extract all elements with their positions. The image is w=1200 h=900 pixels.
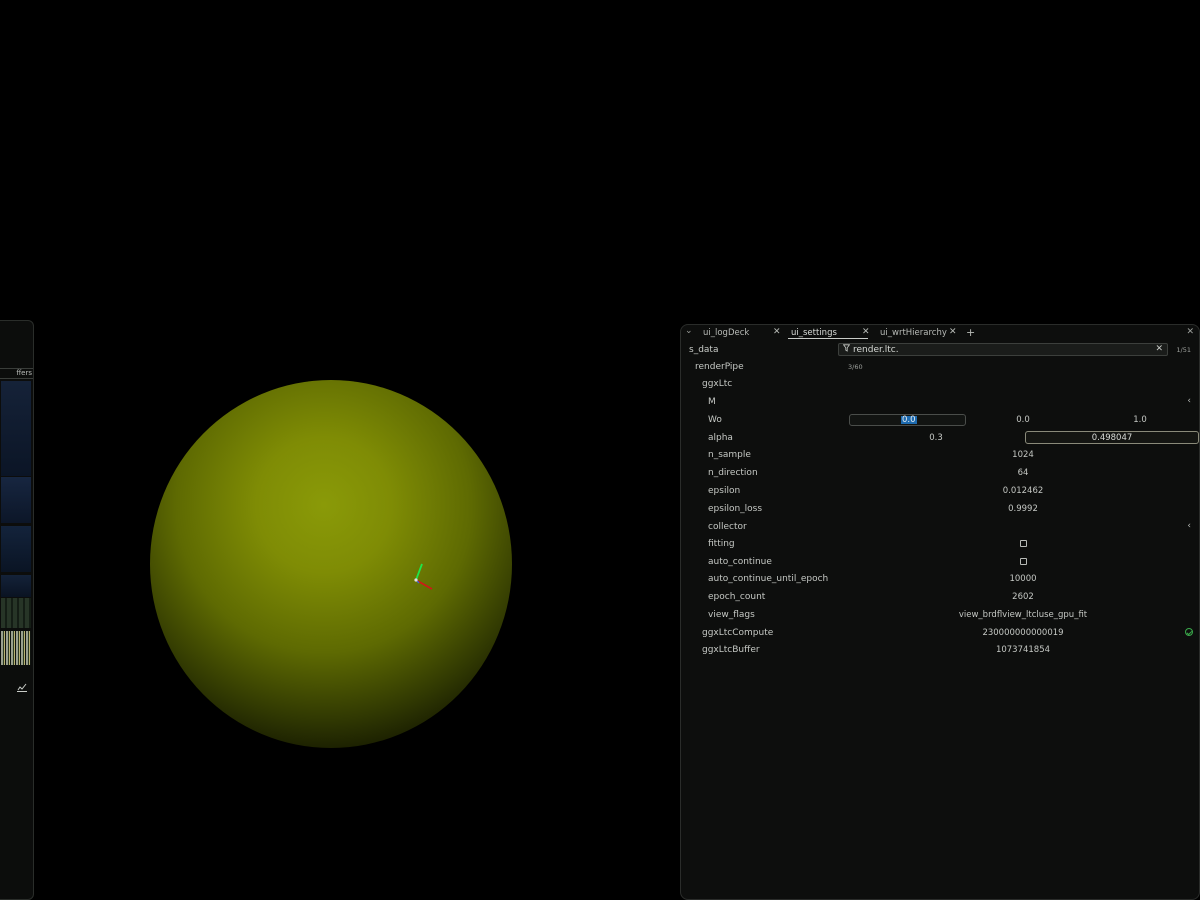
buffers-tab[interactable]: ffers [0,368,33,379]
viewport-sphere[interactable] [150,380,512,748]
buffer-thumbnail[interactable] [1,575,31,597]
close-panel-icon[interactable]: ✕ [1186,327,1194,337]
wo-z-value[interactable]: 1.0 [1120,415,1160,425]
check-circle-icon [1185,628,1193,636]
tree-row-epsilon-loss: epsilon_loss 0.9992 [681,501,1199,518]
add-tab-icon[interactable]: + [966,326,975,339]
epoch-count-value[interactable]: 2602 [993,592,1053,602]
field-label: epsilon_loss [708,504,763,514]
tab-bar: ⌄ ui_logDeck ✕ ui_settings ✕ ui_wrtHiera… [681,325,1199,341]
active-tab-indicator [788,338,868,339]
filter-icon [842,344,851,354]
chevron-left-icon[interactable]: ‹ [1187,521,1191,531]
wo-x-input[interactable]: 0.0 [849,414,966,426]
field-label: n_sample [708,450,751,460]
epsilon-loss-value[interactable]: 0.9992 [988,504,1058,514]
ggxltccompute-value: 230000000000019 [982,628,1064,638]
buffer-thumbnail[interactable] [1,381,31,476]
field-label: alpha [708,433,733,443]
tree-row-ggxltccompute[interactable]: ggxLtcCompute 230000000000019 [681,625,1199,642]
close-icon[interactable]: ✕ [862,327,870,337]
view-flags-value[interactable]: view_brdfl​view_ltcluse_gpu_fit [933,610,1113,620]
tree-row-n-sample: n_sample 1024 [681,447,1199,464]
wo-y-value[interactable]: 0.0 [1003,415,1043,425]
tree-node-label: renderPipe [695,362,744,372]
field-label: epoch_count [708,592,766,602]
tree-node-label: ggxLtcCompute [702,628,774,638]
filter-match-count: 1/51 [1176,346,1191,354]
tree-row-auto-continue: auto_continue [681,554,1199,571]
selected-text: 0.0 [901,415,917,425]
alpha-min-value[interactable]: 0.3 [916,433,956,443]
field-label: auto_continue_until_epoch [708,574,829,584]
filter-box[interactable]: ✕ [838,343,1168,356]
filter-input[interactable] [853,344,1143,355]
tree-node-label: M [708,397,716,407]
alpha-value-input[interactable]: 0.498047 [1025,431,1199,444]
ggxltcbuffer-value: 1073741854 [995,645,1051,655]
clear-filter-icon[interactable]: ✕ [1155,344,1163,354]
epsilon-value[interactable]: 0.012462 [988,486,1058,496]
n-direction-value[interactable]: 64 [993,468,1053,478]
tree-row-ggxltc[interactable]: ggxLtc [681,376,1199,393]
tree-row-alpha: alpha 0.3 0.498047 [681,430,1199,447]
close-icon[interactable]: ✕ [773,327,781,337]
n-sample-value[interactable]: 1024 [993,450,1053,460]
buffer-grid-preview [1,598,31,628]
alpha-value-text: 0.498047 [1091,433,1133,443]
tree-row-epoch-count: epoch_count 2602 [681,589,1199,606]
left-side-panel: ffers [0,320,34,900]
chevron-left-icon[interactable]: ‹ [1187,396,1191,406]
tab-ui-wrthierarchy[interactable]: ui_wrtHierarchy [880,328,947,338]
transform-gizmo[interactable] [405,560,441,596]
field-label: fitting [708,539,735,549]
field-label: Wo [708,415,722,425]
tree-row-auto-continue-until-epoch: auto_continue_until_epoch 10000 [681,571,1199,588]
field-label: auto_continue [708,557,772,567]
tab-ui-settings[interactable]: ui_settings [791,328,837,338]
tree-row-collector[interactable]: collector ‹ [681,519,1199,536]
auto-continue-until-epoch-value[interactable]: 10000 [993,574,1053,584]
bar-preview [1,631,31,665]
tree-row-renderpipe[interactable]: renderPipe 3/60 [681,359,1199,376]
tree-row-n-direction: n_direction 64 [681,465,1199,482]
chevron-down-icon[interactable]: ⌄ [685,326,693,336]
filter-row: s_data ✕ 1/51 [681,342,1199,358]
auto-continue-checkbox[interactable] [1020,558,1027,565]
child-count: 3/60 [848,363,863,371]
field-label: n_direction [708,468,758,478]
tree-row-wo: Wo 0.0 0.0 1.0 [681,412,1199,429]
fitting-checkbox[interactable] [1020,540,1027,547]
tree-row-view-flags: view_flags view_brdfl​view_ltcluse_gpu_f… [681,607,1199,624]
root-node-label: s_data [689,345,719,355]
settings-panel: ⌄ ui_logDeck ✕ ui_settings ✕ ui_wrtHiera… [680,324,1200,900]
tree-node-label: ggxLtc [702,379,733,389]
tree-node-label: ggxLtcBuffer [702,645,760,655]
tree-node-label: collector [708,522,747,532]
buffer-thumbnail[interactable] [1,526,31,572]
chart-icon[interactable] [17,683,27,695]
tree-row-fitting: fitting [681,536,1199,553]
tab-ui-logdeck[interactable]: ui_logDeck [703,328,749,338]
field-label: epsilon [708,486,741,496]
tree-row-ggxltcbuffer[interactable]: ggxLtcBuffer 1073741854 [681,642,1199,659]
tree-row-m[interactable]: M ‹ [681,394,1199,411]
field-label: view_flags [708,610,755,620]
close-icon[interactable]: ✕ [949,327,957,337]
buffer-thumbnail[interactable] [1,477,31,523]
tree-row-epsilon: epsilon 0.012462 [681,483,1199,500]
